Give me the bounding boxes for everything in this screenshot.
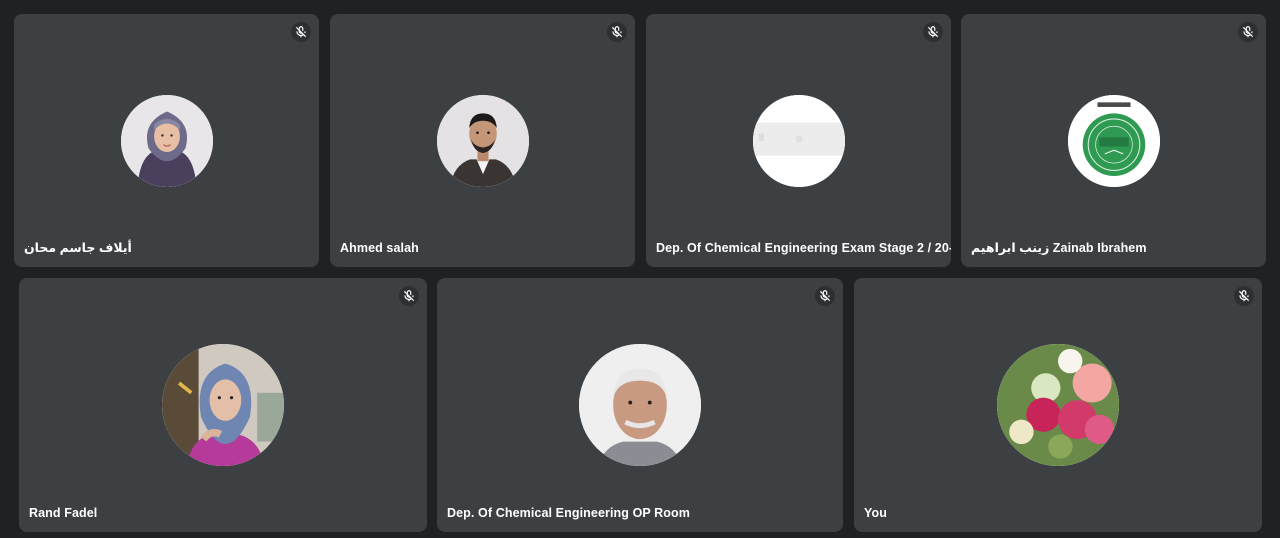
participant-name: Dep. Of Chemical Engineering OP Room: [447, 506, 690, 520]
participant-tile[interactable]: Rand Fadel: [19, 278, 427, 532]
mic-muted-icon: [291, 22, 311, 42]
participant-tile[interactable]: أيلاف جاسم محان: [14, 14, 319, 267]
participant-name: Rand Fadel: [29, 506, 98, 520]
participant-name: أيلاف جاسم محان: [24, 241, 132, 255]
participant-tile[interactable]: Ahmed salah: [330, 14, 635, 267]
participant-tile[interactable]: You: [854, 278, 1262, 532]
mic-muted-icon: [1234, 286, 1254, 306]
mic-muted-icon: [1238, 22, 1258, 42]
participant-tile[interactable]: Dep. Of Chemical Engineering Exam Stage …: [646, 14, 951, 267]
mic-muted-icon: [923, 22, 943, 42]
participant-name: زينب ابراهيم Zainab Ibrahem: [971, 241, 1147, 255]
mic-muted-icon: [607, 22, 627, 42]
avatar: [579, 344, 701, 466]
mic-muted-icon: [815, 286, 835, 306]
avatar: [997, 344, 1119, 466]
avatar: [752, 94, 845, 187]
avatar: [1067, 94, 1160, 187]
participant-tile[interactable]: Dep. Of Chemical Engineering OP Room: [437, 278, 843, 532]
participant-name: Ahmed salah: [340, 241, 419, 255]
avatar: [436, 94, 529, 187]
mic-muted-icon: [399, 286, 419, 306]
avatar: [162, 344, 284, 466]
participant-name: You: [864, 506, 887, 520]
meeting-grid: أيلاف جاسم محان Ahmed salah Dep. Of Chem…: [0, 0, 1280, 538]
participant-tile[interactable]: زينب ابراهيم Zainab Ibrahem: [961, 14, 1266, 267]
avatar: [120, 94, 213, 187]
participant-name: Dep. Of Chemical Engineering Exam Stage …: [656, 241, 951, 255]
